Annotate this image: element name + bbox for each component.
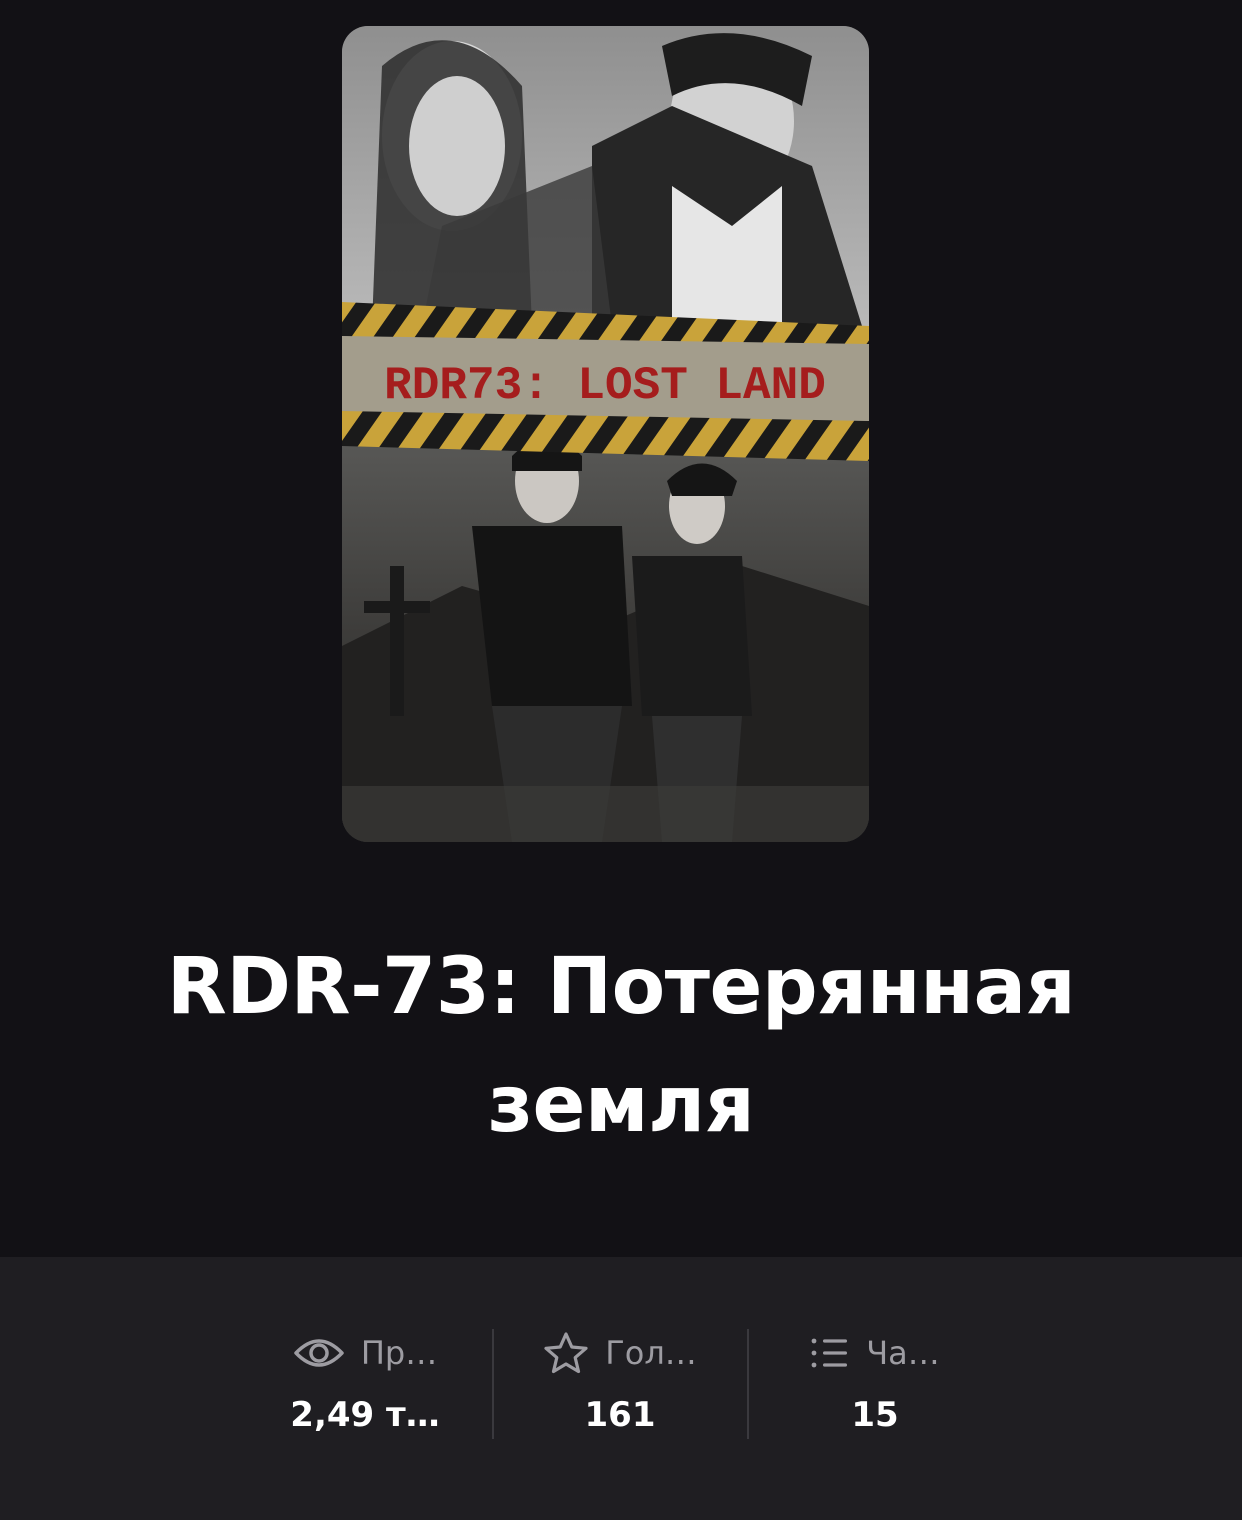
stats-divider xyxy=(492,1329,494,1439)
stat-reads-value: 2,49 т… xyxy=(290,1395,440,1435)
list-icon xyxy=(810,1336,850,1370)
stat-reads[interactable]: Пр… 2,49 т… xyxy=(245,1329,485,1439)
stat-votes-label: Гол… xyxy=(605,1334,697,1372)
stat-parts-value: 15 xyxy=(851,1395,899,1435)
story-page: RDR73: LOST LAND RDR-73: Потерянная земл… xyxy=(0,0,1242,1520)
stats-divider xyxy=(747,1329,749,1439)
stat-votes[interactable]: Гол… 161 xyxy=(500,1329,740,1439)
story-title: RDR-73: Потерянная земля xyxy=(166,942,1076,1150)
stat-votes-header: Гол… xyxy=(500,1329,740,1377)
star-icon xyxy=(543,1331,589,1375)
stat-reads-label: Пр… xyxy=(360,1334,438,1372)
eye-icon xyxy=(293,1333,345,1373)
story-stats-bar: Пр… 2,49 т… Гол… 161 Ча… 15 xyxy=(0,1257,1242,1520)
story-cover[interactable]: RDR73: LOST LAND xyxy=(342,26,869,842)
stat-parts-header: Ча… xyxy=(755,1329,995,1377)
stat-parts[interactable]: Ча… 15 xyxy=(755,1329,995,1439)
cover-title-text: RDR73: LOST LAND xyxy=(384,360,826,412)
stat-votes-value: 161 xyxy=(584,1395,656,1435)
stat-reads-header: Пр… xyxy=(245,1329,485,1377)
story-header: RDR73: LOST LAND RDR-73: Потерянная земл… xyxy=(0,0,1242,1257)
stat-parts-label: Ча… xyxy=(866,1334,940,1372)
cover-image: RDR73: LOST LAND xyxy=(342,26,869,842)
